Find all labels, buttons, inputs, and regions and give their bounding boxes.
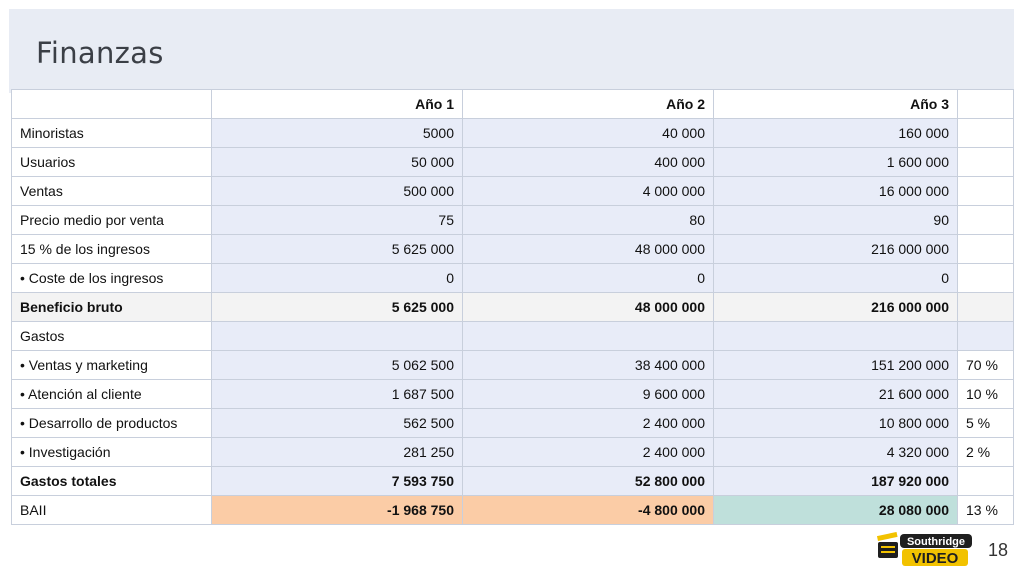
cell-year-1: 5000: [211, 118, 463, 148]
cell-year-3-positive: 28 080 000: [713, 495, 958, 525]
cell-year-3: 216 000 000: [713, 234, 958, 264]
cell-year-2: 48 000 000: [462, 292, 714, 322]
cell-year-3: 4 320 000: [713, 437, 958, 467]
cell-year-2: 0: [462, 263, 714, 293]
table-row: • Atención al cliente 1 687 500 9 600 00…: [11, 379, 1014, 409]
cell-year-3: 10 800 000: [713, 408, 958, 438]
cell-year-1: 500 000: [211, 176, 463, 206]
cell-year-3: 16 000 000: [713, 176, 958, 206]
cell-year-1: 281 250: [211, 437, 463, 467]
table-row: Precio medio por venta 75 80 90: [11, 205, 1014, 235]
cell-year-3: 21 600 000: [713, 379, 958, 409]
cell-year-1: 0: [211, 263, 463, 293]
row-label: Precio medio por venta: [11, 205, 212, 235]
cell-year-3: 160 000: [713, 118, 958, 148]
cell-year-1: 7 593 750: [211, 466, 463, 496]
header-cell-label: [11, 89, 212, 119]
cell-year-2: 48 000 000: [462, 234, 714, 264]
table-row: 15 % de los ingresos 5 625 000 48 000 00…: [11, 234, 1014, 264]
header-cell-year-2: Año 2: [462, 89, 714, 119]
cell-year-3: 151 200 000: [713, 350, 958, 380]
cell-year-1: 5 625 000: [211, 292, 463, 322]
cell-year-2-negative: -4 800 000: [462, 495, 714, 525]
cell-year-1-negative: -1 968 750: [211, 495, 463, 525]
cell-year-2: 38 400 000: [462, 350, 714, 380]
cell-percent: [957, 292, 1014, 322]
table-header-row: Año 1 Año 2 Año 3: [11, 89, 1014, 119]
table-row: • Coste de los ingresos 0 0 0: [11, 263, 1014, 293]
southridge-video-logo: Southridge VIDEO: [876, 532, 972, 567]
cell-percent: [957, 118, 1014, 148]
cell-year-2: 80: [462, 205, 714, 235]
header-cell-percent: [957, 89, 1014, 119]
cell-year-2: 9 600 000: [462, 379, 714, 409]
page-title: Finanzas: [36, 36, 164, 70]
header-cell-year-3: Año 3: [713, 89, 958, 119]
cell-year-1: 562 500: [211, 408, 463, 438]
cell-percent: 2 %: [957, 437, 1014, 467]
row-label: • Atención al cliente: [11, 379, 212, 409]
table-row-total-expenses: Gastos totales 7 593 750 52 800 000 187 …: [11, 466, 1014, 496]
cell-percent: [957, 321, 1014, 351]
cell-year-1: 5 625 000: [211, 234, 463, 264]
row-label: Ventas: [11, 176, 212, 206]
cell-year-1: [211, 321, 463, 351]
row-label: • Coste de los ingresos: [11, 263, 212, 293]
cell-percent: [957, 234, 1014, 264]
logo-bottom-text: VIDEO: [912, 550, 959, 567]
page-number: 18: [988, 540, 1009, 560]
cell-year-3: 90: [713, 205, 958, 235]
cell-year-2: 2 400 000: [462, 437, 714, 467]
table-row: Usuarios 50 000 400 000 1 600 000: [11, 147, 1014, 177]
row-label: Gastos: [11, 321, 212, 351]
table-row: Gastos: [11, 321, 1014, 351]
cell-year-2: 40 000: [462, 118, 714, 148]
cell-year-3: 1 600 000: [713, 147, 958, 177]
cell-percent: [957, 263, 1014, 293]
row-label: Minoristas: [11, 118, 212, 148]
cell-percent: 5 %: [957, 408, 1014, 438]
cell-year-3: 187 920 000: [713, 466, 958, 496]
row-label: • Desarrollo de productos: [11, 408, 212, 438]
cell-year-2: 52 800 000: [462, 466, 714, 496]
cell-year-2: 2 400 000: [462, 408, 714, 438]
cell-year-3: 0: [713, 263, 958, 293]
logo-top-text: Southridge: [907, 536, 965, 548]
table-row: Minoristas 5000 40 000 160 000: [11, 118, 1014, 148]
cell-percent: [957, 466, 1014, 496]
cell-percent: 13 %: [957, 495, 1014, 525]
table-row-ebit: BAII -1 968 750 -4 800 000 28 080 000 13…: [11, 495, 1014, 525]
cell-year-1: 1 687 500: [211, 379, 463, 409]
table-row: Ventas 500 000 4 000 000 16 000 000: [11, 176, 1014, 206]
cell-year-3: 216 000 000: [713, 292, 958, 322]
cell-percent: 10 %: [957, 379, 1014, 409]
table-row: • Desarrollo de productos 562 500 2 400 …: [11, 408, 1014, 438]
cell-year-2: 4 000 000: [462, 176, 714, 206]
finance-table: Año 1 Año 2 Año 3 Minoristas 5000 40 000…: [11, 89, 1014, 525]
header-cell-year-1: Año 1: [211, 89, 463, 119]
cell-year-3: [713, 321, 958, 351]
table-row: • Investigación 281 250 2 400 000 4 320 …: [11, 437, 1014, 467]
cell-year-1: 5 062 500: [211, 350, 463, 380]
row-label: • Ventas y marketing: [11, 350, 212, 380]
cell-percent: [957, 176, 1014, 206]
cell-year-2: 400 000: [462, 147, 714, 177]
table-row: • Ventas y marketing 5 062 500 38 400 00…: [11, 350, 1014, 380]
table-row-gross-profit: Beneficio bruto 5 625 000 48 000 000 216…: [11, 292, 1014, 322]
cell-year-2: [462, 321, 714, 351]
row-label: Beneficio bruto: [11, 292, 212, 322]
row-label: 15 % de los ingresos: [11, 234, 212, 264]
row-label: BAII: [11, 495, 212, 525]
cell-percent: 70 %: [957, 350, 1014, 380]
cell-year-1: 50 000: [211, 147, 463, 177]
cell-year-1: 75: [211, 205, 463, 235]
cell-percent: [957, 147, 1014, 177]
row-label: Gastos totales: [11, 466, 212, 496]
cell-percent: [957, 205, 1014, 235]
row-label: • Investigación: [11, 437, 212, 467]
clapperboard-icon: [876, 532, 898, 558]
row-label: Usuarios: [11, 147, 212, 177]
